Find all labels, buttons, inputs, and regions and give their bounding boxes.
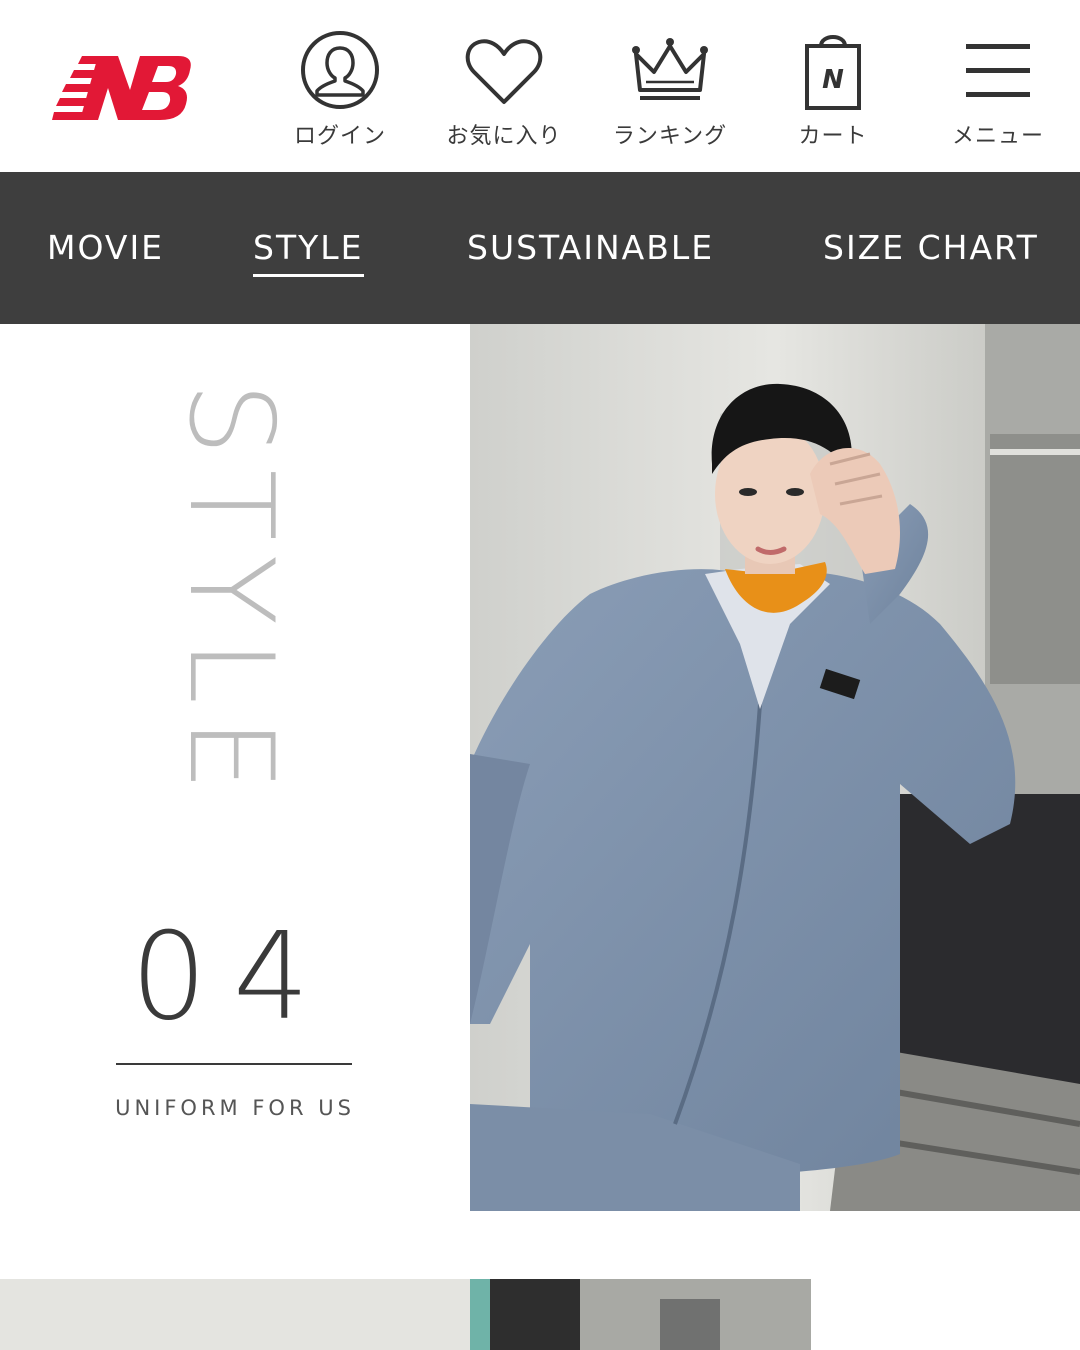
site-header: ログイン お気に入り ランキング N カート メニュー [0,0,1080,172]
divider [116,1063,352,1065]
tab-style[interactable]: STYLE [253,228,364,278]
cart-button[interactable]: N カート [763,28,903,153]
section-tab-bar: MOVIE STYLE SUSTAINABLE SIZE CHART [0,172,1080,324]
crown-icon [632,38,708,100]
login-user-icon [301,31,379,109]
style-vertical-title: STYLE [163,382,298,852]
ranking-label: ランキング [612,124,728,149]
menu-button[interactable]: メニュー [928,28,1068,153]
model-photo-image [470,324,1080,1211]
style-number: 04 [130,908,336,1047]
menu-label: メニュー [951,124,1044,149]
style-photo[interactable] [470,324,1080,1211]
brand-logo[interactable] [52,52,194,124]
tab-sustainable[interactable]: SUSTAINABLE [467,228,714,278]
heart-icon [465,39,543,104]
cart-label: カート [798,124,868,149]
style-subtitle: UNIFORM FOR US [115,1096,355,1120]
tab-size-chart[interactable]: SIZE CHART [823,228,1039,278]
style-vertical-title-text: STYLE [163,382,298,806]
favorites-button[interactable]: お気に入り [434,28,574,153]
new-balance-logo-icon [52,56,191,120]
hamburger-menu-icon [966,44,1030,97]
next-photo-image [0,1279,811,1350]
svg-text:N: N [822,65,844,95]
ranking-button[interactable]: ランキング [600,28,740,153]
login-button[interactable]: ログイン [270,28,410,153]
login-label: ログイン [293,124,386,149]
shopping-bag-icon: N [805,35,861,110]
favorites-label: お気に入り [446,124,562,149]
tab-movie[interactable]: MOVIE [47,228,164,278]
next-style-photo[interactable] [0,1279,811,1350]
